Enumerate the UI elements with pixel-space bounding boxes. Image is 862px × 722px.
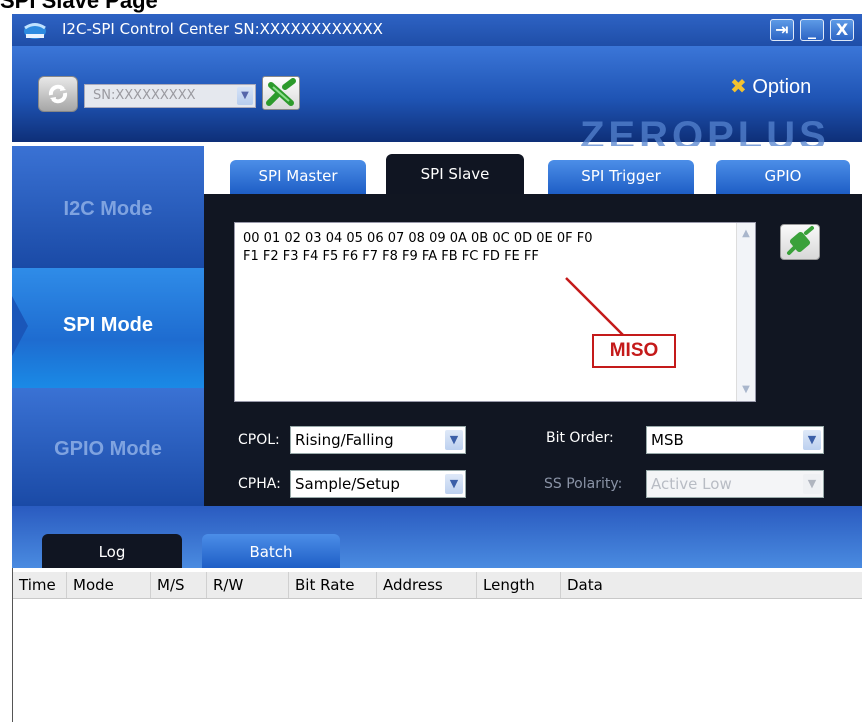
chevron-down-icon: ▼ bbox=[803, 430, 821, 450]
tab-strip: SPI Master SPI Slave SPI Trigger GPIO bbox=[204, 146, 862, 196]
refresh-devices-button[interactable] bbox=[38, 76, 78, 112]
tab-batch[interactable]: Batch bbox=[202, 534, 340, 568]
connect-button[interactable] bbox=[262, 76, 300, 110]
mode-spi-label: SPI Mode bbox=[62, 314, 153, 336]
column-header-length[interactable]: Length bbox=[477, 572, 561, 598]
app-logo-icon bbox=[24, 23, 46, 39]
tab-gpio[interactable]: GPIO bbox=[716, 160, 850, 194]
apply-data-button[interactable] bbox=[780, 224, 820, 260]
log-tab-strip: Log Batch bbox=[12, 506, 862, 568]
chevron-down-icon: ▼ bbox=[803, 474, 821, 494]
serial-number-select[interactable]: SN:XXXXXXXXX ▼ bbox=[84, 84, 256, 108]
scroll-down-icon[interactable]: ▼ bbox=[739, 383, 753, 397]
window-title: I2C-SPI Control Center SN:XXXXXXXXXXXX bbox=[62, 20, 383, 38]
minimize-button[interactable]: _ bbox=[800, 19, 824, 41]
option-button[interactable]: ✖ Option bbox=[730, 74, 811, 99]
header: SN:XXXXXXXXX ▼ ✖ Option ZEROPLUS bbox=[12, 46, 862, 158]
page-heading: SPI Slave Page bbox=[0, 0, 158, 13]
cpol-select[interactable]: Rising/Falling ▼ bbox=[290, 426, 466, 454]
cpha-select[interactable]: Sample/Setup ▼ bbox=[290, 470, 466, 498]
chevron-down-icon: ▼ bbox=[445, 474, 463, 494]
pin-button[interactable]: ⇥ bbox=[770, 19, 794, 41]
plug-icon bbox=[266, 78, 296, 106]
chevron-down-icon: ▼ bbox=[445, 430, 463, 450]
column-header-time[interactable]: Time bbox=[13, 572, 67, 598]
tab-spi-master[interactable]: SPI Master bbox=[230, 160, 366, 194]
tools-icon: ✖ bbox=[730, 76, 747, 98]
serial-number-value: SN:XXXXXXXXX bbox=[93, 88, 196, 103]
bit-order-select[interactable]: MSB ▼ bbox=[646, 426, 824, 454]
close-button[interactable]: X bbox=[830, 19, 854, 41]
hex-data-line: F1 F2 F3 F4 F5 F6 F7 F8 F9 FA FB FC FD F… bbox=[243, 249, 539, 264]
vertical-scrollbar[interactable]: ▲ ▼ bbox=[736, 223, 755, 401]
mode-i2c[interactable]: I2C Mode bbox=[12, 146, 204, 268]
scroll-up-icon[interactable]: ▲ bbox=[739, 227, 753, 241]
tab-spi-trigger[interactable]: SPI Trigger bbox=[548, 160, 694, 194]
bit-order-value: MSB bbox=[651, 431, 684, 449]
cpol-label: CPOL: bbox=[238, 432, 280, 448]
column-header-ms[interactable]: M/S bbox=[151, 572, 207, 598]
cpha-label: CPHA: bbox=[238, 476, 281, 492]
log-table-header: Time Mode M/S R/W Bit Rate Address Lengt… bbox=[13, 572, 862, 599]
title-bar: I2C-SPI Control Center SN:XXXXXXXXXXXX ⇥… bbox=[12, 14, 862, 46]
active-mode-marker bbox=[12, 296, 28, 356]
log-table: Time Mode M/S R/W Bit Rate Address Lengt… bbox=[12, 568, 862, 722]
cpha-value: Sample/Setup bbox=[295, 475, 400, 493]
ss-polarity-label: SS Polarity: bbox=[544, 476, 623, 492]
miso-data-textarea[interactable]: 00 01 02 03 04 05 06 07 08 09 0A 0B 0C 0… bbox=[234, 222, 756, 402]
mode-gpio[interactable]: GPIO Mode bbox=[12, 388, 204, 506]
tab-spi-slave[interactable]: SPI Slave bbox=[386, 154, 524, 196]
option-label: Option bbox=[752, 76, 812, 98]
ss-polarity-select[interactable]: Active Low ▼ bbox=[646, 470, 824, 498]
app-window: I2C-SPI Control Center SN:XXXXXXXXXXXX ⇥… bbox=[12, 14, 862, 722]
cpol-value: Rising/Falling bbox=[295, 431, 394, 449]
mode-spi[interactable]: SPI Mode bbox=[12, 268, 204, 388]
column-header-data[interactable]: Data bbox=[561, 572, 862, 598]
column-header-bit-rate[interactable]: Bit Rate bbox=[289, 572, 377, 598]
bit-order-label: Bit Order: bbox=[546, 430, 614, 446]
column-header-address[interactable]: Address bbox=[377, 572, 477, 598]
tab-log[interactable]: Log bbox=[42, 534, 182, 568]
chevron-down-icon: ▼ bbox=[237, 87, 253, 105]
hex-data-line: 00 01 02 03 04 05 06 07 08 09 0A 0B 0C 0… bbox=[243, 231, 593, 246]
column-header-rw[interactable]: R/W bbox=[207, 572, 289, 598]
spi-slave-panel: 00 01 02 03 04 05 06 07 08 09 0A 0B 0C 0… bbox=[204, 194, 862, 506]
plug-icon bbox=[787, 226, 814, 255]
ss-polarity-value: Active Low bbox=[651, 475, 732, 493]
column-header-mode[interactable]: Mode bbox=[67, 572, 151, 598]
miso-annotation: MISO bbox=[592, 334, 676, 368]
refresh-icon bbox=[48, 84, 68, 104]
